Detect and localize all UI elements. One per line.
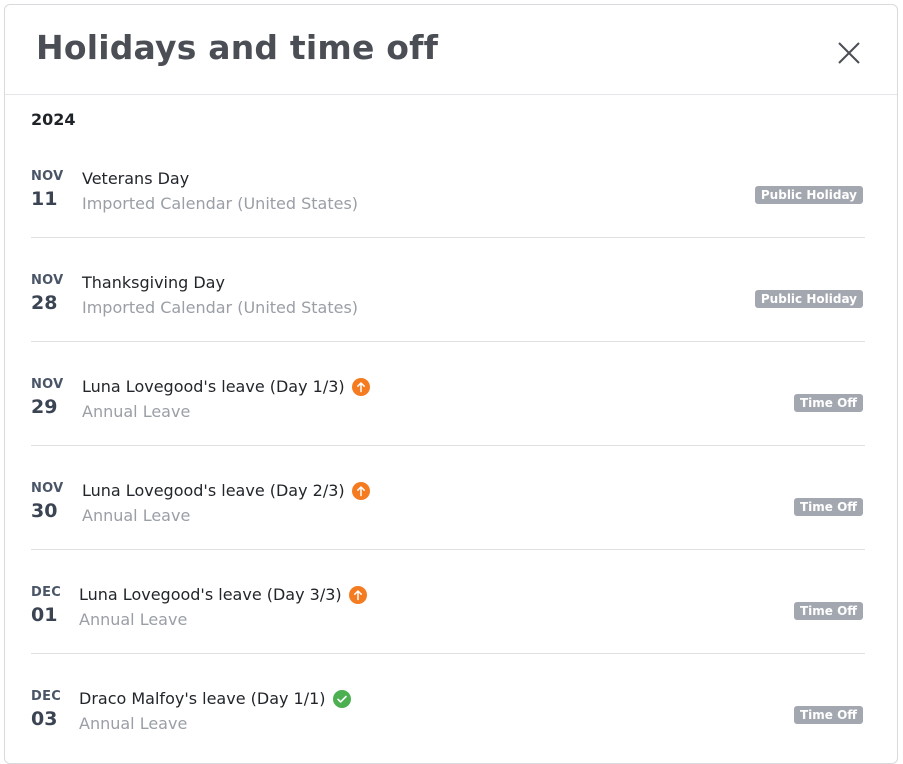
event-row[interactable]: DEC 01 Luna Lovegood's leave (Day 3/3) A…: [31, 550, 865, 654]
pending-arrow-up-icon: [351, 481, 370, 500]
event-month: DEC: [31, 689, 62, 704]
pending-arrow-up-icon: [348, 585, 367, 604]
event-title-text: Draco Malfoy's leave (Day 1/1): [79, 689, 326, 708]
event-title: Luna Lovegood's leave (Day 2/3): [82, 481, 370, 500]
event-row[interactable]: NOV 28 Thanksgiving Day Imported Calenda…: [31, 238, 865, 342]
event-row[interactable]: NOV 11 Veterans Day Imported Calendar (U…: [31, 134, 865, 238]
events-list: NOV 11 Veterans Day Imported Calendar (U…: [31, 134, 865, 757]
event-row[interactable]: NOV 30 Luna Lovegood's leave (Day 2/3) A…: [31, 446, 865, 550]
event-subtitle: Annual Leave: [79, 610, 188, 629]
event-day: 30: [31, 500, 58, 522]
event-day: 29: [31, 396, 58, 418]
event-row[interactable]: NOV 29 Luna Lovegood's leave (Day 1/3) A…: [31, 342, 865, 446]
event-title-text: Luna Lovegood's leave (Day 3/3): [79, 585, 342, 604]
event-info: Thanksgiving Day Imported Calendar (Unit…: [82, 273, 358, 317]
pending-arrow-up-icon: [351, 377, 370, 396]
event-title: Veterans Day: [82, 169, 358, 188]
year-heading: 2024: [31, 110, 76, 129]
event-title: Luna Lovegood's leave (Day 3/3): [79, 585, 367, 604]
event-title-text: Luna Lovegood's leave (Day 1/3): [82, 377, 345, 396]
event-subtitle: Annual Leave: [79, 714, 188, 733]
close-button[interactable]: [834, 38, 864, 68]
event-day: 11: [31, 188, 58, 210]
event-date: DEC 03: [31, 689, 71, 730]
event-month: DEC: [31, 585, 62, 600]
event-info: Luna Lovegood's leave (Day 3/3) Annual L…: [79, 585, 367, 629]
event-subtitle: Imported Calendar (United States): [82, 298, 359, 317]
event-title: Luna Lovegood's leave (Day 1/3): [82, 377, 370, 396]
event-date: NOV 30: [31, 481, 71, 522]
event-info: Luna Lovegood's leave (Day 1/3) Annual L…: [82, 377, 370, 421]
event-title-text: Veterans Day: [82, 169, 190, 188]
event-day: 01: [31, 604, 58, 626]
event-info: Luna Lovegood's leave (Day 2/3) Annual L…: [82, 481, 370, 525]
close-icon: [838, 42, 860, 64]
event-type-badge: Time Off: [793, 602, 863, 620]
modal-header: Holidays and time off: [5, 5, 897, 95]
modal-title: Holidays and time off: [36, 28, 439, 67]
event-subtitle: Annual Leave: [82, 506, 191, 525]
event-row[interactable]: DEC 03 Draco Malfoy's leave (Day 1/1) An…: [31, 654, 865, 757]
event-month: NOV: [31, 481, 64, 496]
event-day: 28: [31, 292, 58, 314]
event-month: NOV: [31, 377, 64, 392]
event-type-badge: Public Holiday: [754, 290, 863, 308]
event-date: DEC 01: [31, 585, 71, 626]
event-type-badge: Public Holiday: [754, 186, 863, 204]
event-subtitle: Imported Calendar (United States): [82, 194, 359, 213]
event-month: NOV: [31, 169, 64, 184]
event-title-text: Luna Lovegood's leave (Day 2/3): [82, 481, 345, 500]
event-date: NOV 28: [31, 273, 71, 314]
event-day: 03: [31, 708, 58, 730]
event-type-badge: Time Off: [793, 498, 863, 516]
event-title-text: Thanksgiving Day: [82, 273, 225, 292]
event-type-badge: Time Off: [793, 706, 863, 724]
event-subtitle: Annual Leave: [82, 402, 191, 421]
event-title: Draco Malfoy's leave (Day 1/1): [79, 689, 351, 708]
event-title: Thanksgiving Day: [82, 273, 358, 292]
event-date: NOV 11: [31, 169, 71, 210]
event-info: Draco Malfoy's leave (Day 1/1) Annual Le…: [79, 689, 351, 733]
event-info: Veterans Day Imported Calendar (United S…: [82, 169, 358, 213]
approved-check-icon: [332, 689, 351, 708]
event-month: NOV: [31, 273, 64, 288]
event-type-badge: Time Off: [793, 394, 863, 412]
event-date: NOV 29: [31, 377, 71, 418]
